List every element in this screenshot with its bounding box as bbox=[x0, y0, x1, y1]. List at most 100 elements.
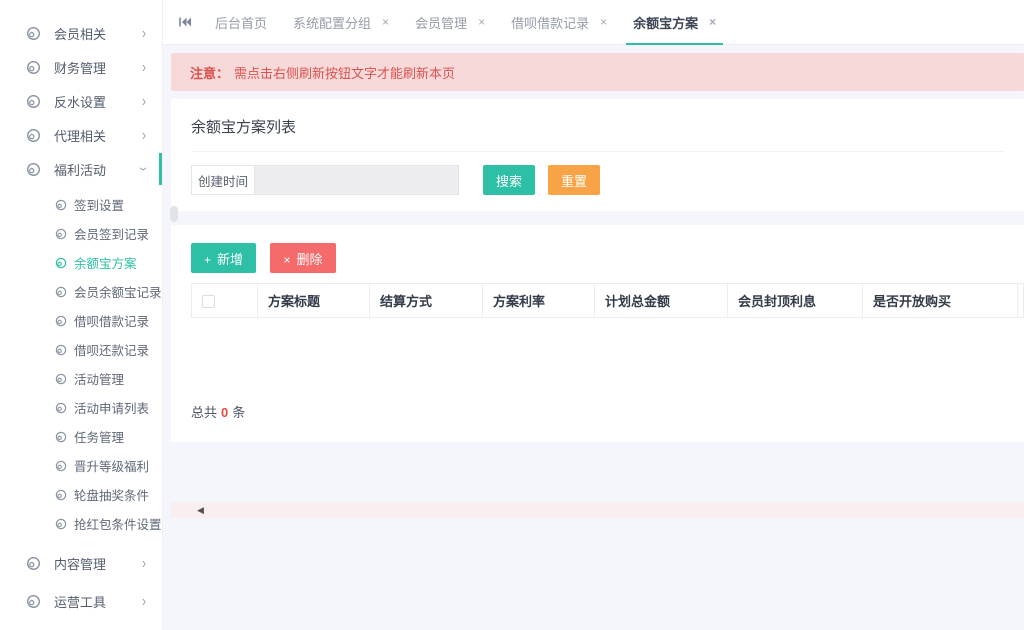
sidebar-subitem-member-yuebao-records[interactable]: 会员余额宝记录 bbox=[0, 277, 162, 306]
delete-button-label: 删除 bbox=[297, 252, 323, 267]
sidebar-item-label: 运营工具 bbox=[54, 592, 142, 611]
circle-icon bbox=[55, 286, 67, 298]
sidebar-subitem-yuebao-plan[interactable]: 余额宝方案 bbox=[0, 248, 162, 277]
create-time-input[interactable] bbox=[255, 165, 459, 195]
circle-icon bbox=[55, 489, 67, 501]
sidebar-subitem-label: 会员余额宝记录 bbox=[74, 282, 162, 301]
chevron-right-icon: › bbox=[142, 24, 146, 42]
sidebar-item-label: 代理相关 bbox=[54, 126, 142, 145]
tab-label: 系统配置分组 bbox=[293, 13, 371, 32]
sidebar-subitem-checkin-settings[interactable]: 签到设置 bbox=[0, 190, 162, 219]
empty-table-body bbox=[191, 318, 1024, 366]
chevron-right-icon: › bbox=[142, 554, 146, 572]
close-icon[interactable]: × bbox=[382, 15, 389, 29]
search-button[interactable]: 搜索 bbox=[483, 165, 535, 195]
announcement-bar: ◀ bbox=[171, 502, 1024, 518]
notice-prefix: 注意： bbox=[190, 63, 229, 82]
delete-button[interactable]: × 删除 bbox=[270, 243, 335, 273]
sidebar-subitem-member-checkin-records[interactable]: 会员签到记录 bbox=[0, 219, 162, 248]
chevron-right-icon: › bbox=[142, 92, 146, 110]
sidebar-item-operation-tools[interactable]: 运营工具 › bbox=[0, 582, 162, 620]
sidebar-subitem-jiebei-loan-records[interactable]: 借呗借款记录 bbox=[0, 306, 162, 335]
chevron-right-icon: › bbox=[142, 126, 146, 144]
sidebar-item-finance-management[interactable]: 财务管理 › bbox=[0, 50, 162, 84]
column-header-settlement-method: 结算方式 bbox=[370, 284, 483, 318]
circle-icon bbox=[26, 60, 41, 75]
sidebar-subitem-red-packet-conditions[interactable]: 抢红包条件设置 bbox=[0, 509, 162, 538]
sidebar-subitem-label: 活动管理 bbox=[74, 369, 124, 388]
sidebar-subitem-roulette-lottery-conditions[interactable]: 轮盘抽奖条件 bbox=[0, 480, 162, 509]
close-icon[interactable]: × bbox=[600, 15, 607, 29]
tab-bar: 后台首页 系统配置分组 × 会员管理 × 借呗借款记录 × 余额宝方案 × bbox=[163, 0, 1024, 45]
sidebar-item-permission-settings[interactable]: 权限设置 › bbox=[0, 620, 162, 630]
active-menu-indicator bbox=[159, 153, 162, 185]
circle-icon bbox=[55, 199, 67, 211]
sidebar-item-content-management[interactable]: 内容管理 › bbox=[0, 544, 162, 582]
circle-icon bbox=[26, 594, 41, 609]
cross-icon: × bbox=[283, 253, 290, 267]
filter-card: 余额宝方案列表 创建时间 搜索 重置 bbox=[171, 99, 1024, 211]
column-header-extra bbox=[1018, 284, 1024, 318]
marquee-arrow-icon: ◀ bbox=[197, 505, 204, 516]
tab-label: 会员管理 bbox=[415, 13, 467, 32]
sidebar-subitem-label: 借呗还款记录 bbox=[74, 340, 149, 359]
sidebar: 会员相关 › 财务管理 › 反水设置 › 代理相关 › 福利活动 › 签到设置 … bbox=[0, 0, 163, 630]
tab-scroll-left-icon[interactable] bbox=[178, 15, 192, 29]
plan-table: 方案标题 结算方式 方案利率 计划总金额 会员封顶利息 是否开放购买 bbox=[191, 283, 1024, 318]
scrollbar-thumb[interactable] bbox=[170, 206, 178, 222]
main-area: 后台首页 系统配置分组 × 会员管理 × 借呗借款记录 × 余额宝方案 × 注意… bbox=[163, 0, 1024, 518]
sidebar-item-label: 内容管理 bbox=[54, 554, 142, 573]
circle-icon bbox=[55, 402, 67, 414]
sidebar-item-label: 财务管理 bbox=[54, 58, 142, 77]
sidebar-subitem-activity-application-list[interactable]: 活动申请列表 bbox=[0, 393, 162, 422]
chevron-down-icon: › bbox=[135, 167, 153, 171]
tab-label: 后台首页 bbox=[215, 13, 267, 32]
circle-icon bbox=[26, 556, 41, 571]
circle-icon bbox=[55, 228, 67, 240]
sidebar-subitem-activity-management[interactable]: 活动管理 bbox=[0, 364, 162, 393]
total-count-suffix: 条 bbox=[232, 405, 245, 420]
tab-yuebao-plan[interactable]: 余额宝方案 × bbox=[620, 0, 729, 45]
add-button[interactable]: +新增 bbox=[191, 243, 256, 273]
filter-row: 创建时间 搜索 重置 bbox=[191, 152, 1004, 211]
circle-icon bbox=[26, 26, 41, 41]
sidebar-subitem-label: 会员签到记录 bbox=[74, 224, 149, 243]
column-header-total-amount: 计划总金额 bbox=[595, 284, 728, 318]
tab-member-management[interactable]: 会员管理 × bbox=[402, 0, 498, 45]
chevron-right-icon: › bbox=[142, 58, 146, 76]
sidebar-subitem-label: 借呗借款记录 bbox=[74, 311, 149, 330]
circle-icon bbox=[55, 257, 67, 269]
circle-icon bbox=[55, 373, 67, 385]
close-icon[interactable]: × bbox=[709, 15, 716, 29]
sidebar-subitem-promotion-level-welfare[interactable]: 晋升等级福利 bbox=[0, 451, 162, 480]
reset-button[interactable]: 重置 bbox=[548, 165, 600, 195]
circle-icon bbox=[55, 460, 67, 472]
select-all-checkbox[interactable] bbox=[202, 295, 215, 308]
tab-jiebei-loan-records[interactable]: 借呗借款记录 × bbox=[498, 0, 620, 45]
tab-system-config-group[interactable]: 系统配置分组 × bbox=[280, 0, 402, 45]
tab-label: 借呗借款记录 bbox=[511, 13, 589, 32]
sidebar-subitem-label: 余额宝方案 bbox=[74, 253, 137, 272]
sidebar-item-agent-related[interactable]: 代理相关 › bbox=[0, 118, 162, 152]
sidebar-subitem-task-management[interactable]: 任务管理 bbox=[0, 422, 162, 451]
select-all-cell bbox=[192, 284, 258, 318]
sidebar-item-rebate-settings[interactable]: 反水设置 › bbox=[0, 84, 162, 118]
table-header-row: 方案标题 结算方式 方案利率 计划总金额 会员封顶利息 是否开放购买 bbox=[192, 284, 1024, 318]
sidebar-item-welfare-activities[interactable]: 福利活动 › bbox=[0, 152, 162, 186]
total-count-value: 0 bbox=[221, 405, 228, 420]
chevron-right-icon: › bbox=[142, 592, 146, 610]
sidebar-item-label: 福利活动 bbox=[54, 160, 142, 179]
notice-text: 需点击右侧刷新按钮文字才能刷新本页 bbox=[234, 63, 455, 82]
sidebar-item-member-related[interactable]: 会员相关 › bbox=[0, 16, 162, 50]
tab-dashboard-home[interactable]: 后台首页 bbox=[202, 0, 280, 45]
column-header-plan-title: 方案标题 bbox=[258, 284, 370, 318]
circle-icon bbox=[55, 431, 67, 443]
sidebar-subitem-jiebei-repayment-records[interactable]: 借呗还款记录 bbox=[0, 335, 162, 364]
close-icon[interactable]: × bbox=[478, 15, 485, 29]
circle-icon bbox=[55, 315, 67, 327]
column-header-open-for-purchase: 是否开放购买 bbox=[863, 284, 1018, 318]
table-actions: +新增 × 删除 bbox=[191, 243, 1024, 273]
total-count-prefix: 总共 bbox=[191, 405, 217, 420]
sidebar-subitem-label: 晋升等级福利 bbox=[74, 456, 149, 475]
circle-icon bbox=[26, 162, 41, 177]
